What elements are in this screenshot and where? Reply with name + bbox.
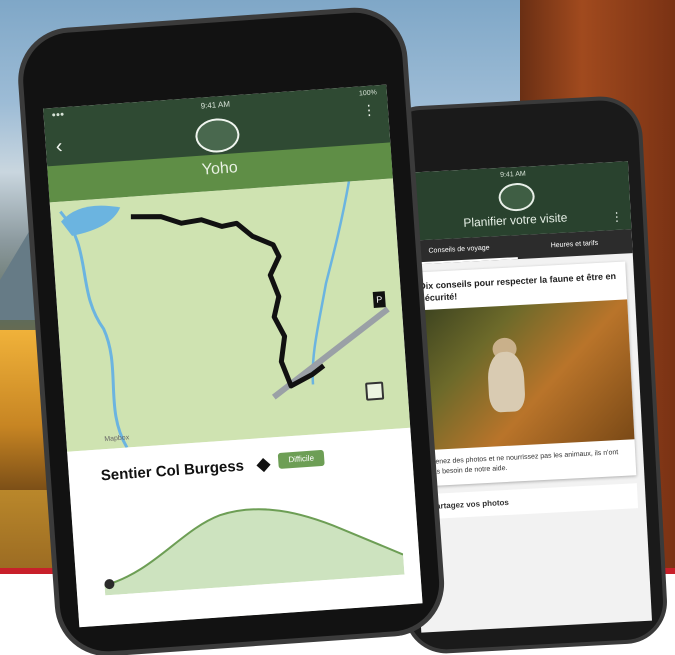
elevation-profile [99, 485, 405, 596]
trail-map[interactable]: P Mapbox [49, 178, 411, 452]
back-arrow-icon[interactable]: ‹ [55, 135, 63, 158]
tip-card[interactable]: Dix conseils pour respecter la faune et … [410, 261, 637, 487]
status-time: 9:41 AM [200, 99, 231, 111]
trail-route [130, 214, 326, 389]
parks-canada-logo [194, 116, 241, 154]
photo-card[interactable]: Partagez vos photos [422, 483, 639, 520]
river-left [59, 210, 129, 449]
trail-panel: Sentier Col Burgess Difficile [67, 427, 423, 628]
diamond-icon [256, 458, 271, 473]
status-time: 9:41 AM [499, 170, 526, 179]
more-vertical-icon[interactable]: ⋮ [361, 101, 376, 119]
difficulty-badge: Difficile [277, 449, 325, 469]
front-phone-screen: ●●● 9:41 AM 100% ‹ ⋮ Yoho P Mapbox Senti… [43, 84, 423, 628]
front-phone: ●●● 9:41 AM 100% ‹ ⋮ Yoho P Mapbox Senti… [20, 9, 443, 655]
squirrel-photo [412, 299, 635, 451]
fullscreen-icon[interactable] [365, 381, 385, 401]
battery-indicator: 100% [358, 89, 378, 98]
squirrel-body [486, 350, 526, 413]
lake [61, 205, 121, 236]
map-pin[interactable]: P [372, 291, 386, 308]
back-phone-header: 9:41 AM ‹ ⋮ Planifier votre visite [397, 161, 632, 242]
elevation-area [104, 509, 405, 596]
map-canvas [59, 181, 390, 449]
trail-name: Sentier Col Burgess [100, 457, 245, 485]
elevation-chart [104, 508, 405, 596]
parks-canada-logo [497, 182, 536, 212]
